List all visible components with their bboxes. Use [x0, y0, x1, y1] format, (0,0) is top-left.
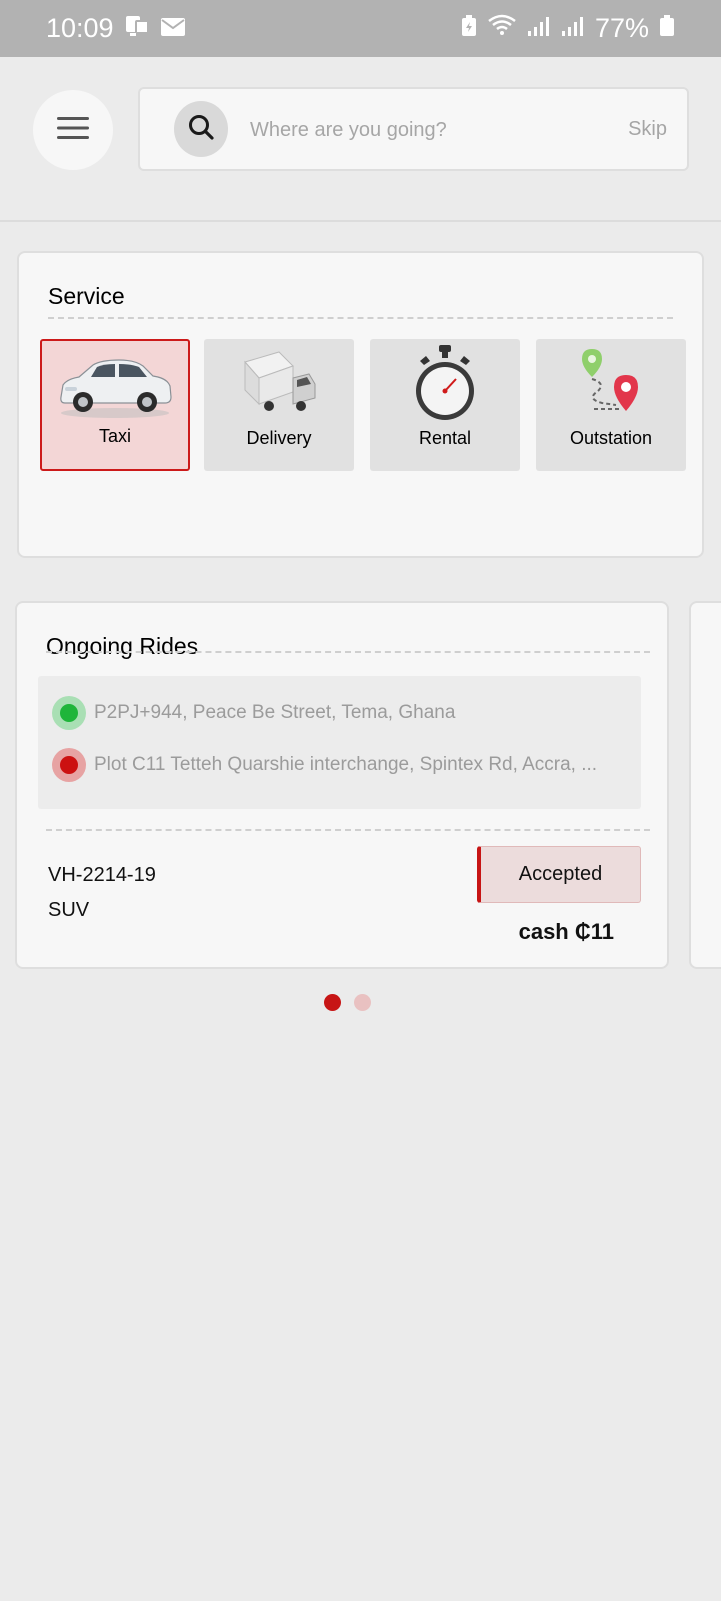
taxi-car-icon: [55, 347, 175, 425]
pickup-address: P2PJ+944, Peace Be Street, Tema, Ghana: [94, 702, 456, 723]
status-right: 77%: [461, 13, 675, 44]
dropoff-row: Plot C11 Tetteh Quarshie interchange, Sp…: [52, 748, 597, 782]
status-badge: Accepted: [477, 846, 641, 903]
hamburger-menu-icon: [57, 116, 89, 145]
service-label: Taxi: [98, 426, 131, 446]
divider: [48, 317, 673, 319]
service-item-delivery[interactable]: Delivery: [204, 339, 354, 471]
mail-icon: [160, 13, 186, 44]
service-label: Delivery: [246, 428, 312, 448]
vehicle-number: VH-2214-19: [48, 864, 156, 886]
carousel-pager: [324, 994, 371, 1011]
status-left: 10:09: [46, 13, 186, 44]
pickup-dot-icon: [52, 696, 86, 730]
wifi-icon: [487, 13, 517, 44]
battery-icon: [659, 13, 675, 44]
pager-dot-active[interactable]: [324, 994, 341, 1011]
next-ride-card-peek[interactable]: [689, 601, 721, 969]
divider: [46, 829, 650, 831]
ongoing-rides-title: Ongoing Rides: [46, 633, 199, 659]
search-icon: [187, 113, 215, 146]
fare-amount: cash ₵11: [518, 919, 614, 944]
battery-saver-icon: [461, 13, 477, 44]
status-bar: 10:09 77%: [0, 0, 721, 57]
search-input[interactable]: [250, 109, 590, 151]
service-item-outstation[interactable]: Outstation: [536, 339, 686, 471]
signal-icon: [561, 13, 585, 44]
top-bar: Skip: [0, 57, 721, 222]
status-time: 10:09: [46, 13, 114, 43]
dropoff-address: Plot C11 Tetteh Quarshie interchange, Sp…: [94, 754, 598, 775]
battery-percent: 77%: [594, 13, 649, 43]
divider: [46, 651, 650, 653]
route-pins-icon: [576, 345, 646, 423]
dropoff-dot-icon: [52, 748, 86, 782]
service-label: Outstation: [569, 428, 653, 448]
pickup-row: P2PJ+944, Peace Be Street, Tema, Ghana: [52, 696, 455, 730]
skip-button[interactable]: Skip: [628, 118, 667, 141]
service-label: Rental: [418, 428, 472, 448]
screen-mirror-icon: [124, 13, 150, 44]
service-item-taxi[interactable]: Taxi: [40, 339, 190, 471]
delivery-truck-icon: [239, 345, 319, 423]
address-box: P2PJ+944, Peace Be Street, Tema, Ghana P…: [38, 676, 641, 809]
pager-dot[interactable]: [354, 994, 371, 1011]
service-title: Service: [48, 283, 125, 309]
signal-icon: [527, 13, 551, 44]
ongoing-ride-card[interactable]: Ongoing Rides P2PJ+944, Peace Be Street,…: [15, 601, 669, 969]
search-bar[interactable]: Skip: [138, 87, 689, 171]
service-item-rental[interactable]: Rental: [370, 339, 520, 471]
menu-button[interactable]: [33, 90, 113, 170]
vehicle-type: SUV: [48, 899, 90, 921]
stopwatch-icon: [412, 345, 478, 423]
search-button[interactable]: [174, 101, 228, 157]
service-card: Service Taxi Delivery Rental Outstation: [17, 251, 704, 558]
